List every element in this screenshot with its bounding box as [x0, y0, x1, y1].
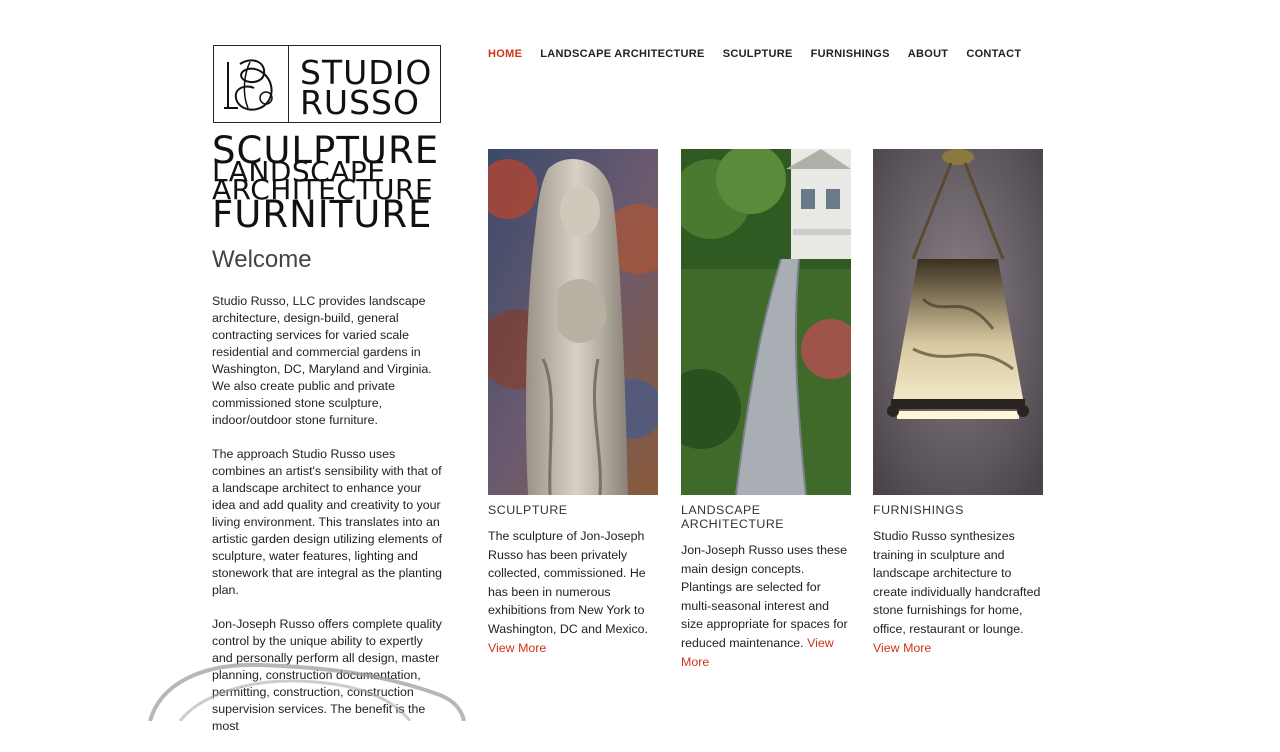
nav-home[interactable]: HOME — [488, 48, 522, 60]
card-landscape-architecture: LANDSCAPE ARCHITECTURE Jon-Joseph Russo … — [681, 149, 851, 671]
card-furnishings: FURNISHINGS Studio Russo synthesizes tra… — [873, 149, 1043, 657]
card-text: The sculpture of Jon-Joseph Russo has be… — [488, 529, 649, 636]
logo-divider — [288, 46, 289, 122]
card-description: The sculpture of Jon-Joseph Russo has be… — [488, 527, 658, 657]
card-sculpture: SCULPTURE The sculpture of Jon-Joseph Ru… — [488, 149, 658, 657]
card-title: LANDSCAPE ARCHITECTURE — [681, 503, 785, 531]
welcome-paragraph: Jon-Joseph Russo offers complete quality… — [212, 617, 442, 733]
welcome-heading: Welcome — [212, 246, 312, 273]
logo-word-russo: RUSSO — [300, 83, 420, 122]
madonna-statue-photo[interactable] — [488, 149, 658, 495]
view-more-link[interactable]: View More — [488, 641, 546, 655]
pendant-lamp-photo[interactable] — [873, 149, 1043, 495]
main-nav: HOME LANDSCAPE ARCHITECTURE SCULPTURE FU… — [488, 48, 1021, 60]
nav-about[interactable]: ABOUT — [908, 48, 949, 60]
stone-path-garden-photo[interactable] — [681, 149, 851, 495]
nav-contact[interactable]: CONTACT — [966, 48, 1021, 60]
tagline-furniture: FURNITURE — [212, 193, 433, 236]
card-description: Jon-Joseph Russo uses these main design … — [681, 541, 851, 671]
studio-russo-logo[interactable]: STUDIO RUSSO — [213, 45, 441, 123]
sr-monogram-icon — [224, 59, 273, 111]
nav-furnishings[interactable]: FURNISHINGS — [811, 48, 890, 60]
nav-sculpture[interactable]: SCULPTURE — [723, 48, 793, 60]
card-title: SCULPTURE — [488, 503, 568, 517]
welcome-text: Studio Russo, LLC provides landscape arc… — [212, 293, 444, 752]
card-description: Studio Russo synthesizes training in scu… — [873, 527, 1043, 657]
welcome-paragraph: Studio Russo, LLC provides landscape arc… — [212, 294, 432, 427]
card-text: Jon-Joseph Russo uses these main design … — [681, 543, 848, 650]
welcome-paragraph: The approach Studio Russo uses combines … — [212, 447, 443, 597]
card-text: Studio Russo synthesizes training in scu… — [873, 529, 1041, 636]
view-more-link[interactable]: View More — [873, 641, 931, 655]
card-title: FURNISHINGS — [873, 503, 964, 517]
nav-landscape-architecture[interactable]: LANDSCAPE ARCHITECTURE — [540, 48, 704, 60]
